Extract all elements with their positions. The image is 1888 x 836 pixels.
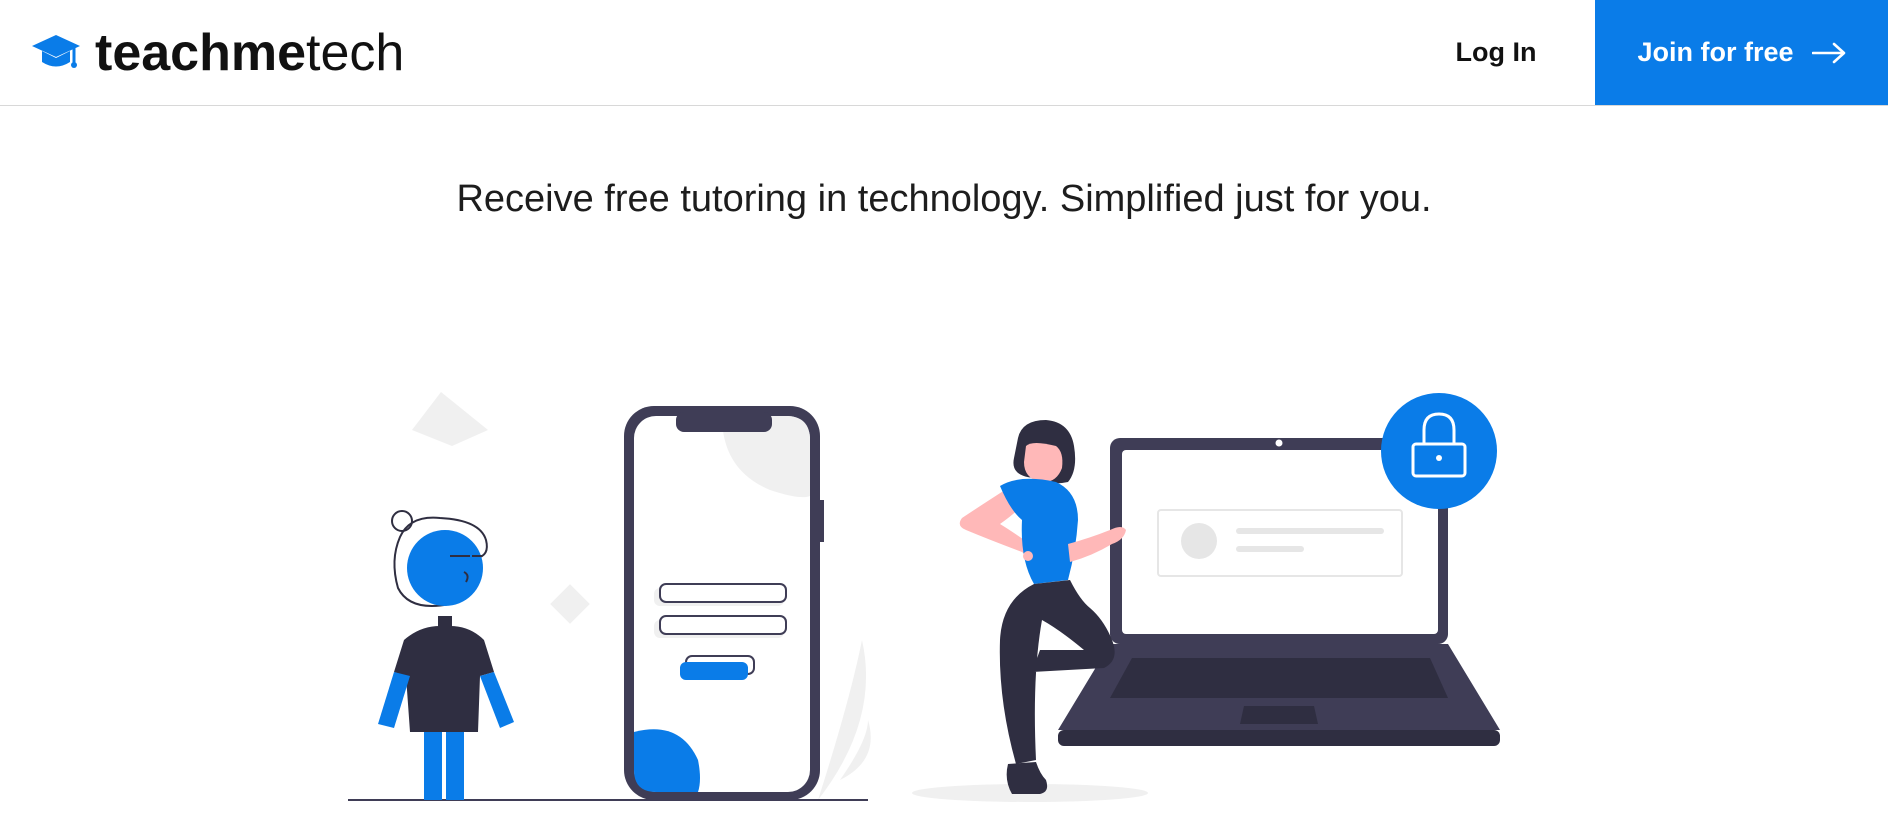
hero-illustration: [340, 385, 1520, 831]
logo-text-light: tech: [306, 24, 405, 82]
graduation-cap-icon: [31, 33, 81, 73]
join-button[interactable]: Join for free: [1595, 0, 1888, 105]
phone-illustration: [624, 406, 824, 800]
laptop-illustration: [1058, 393, 1500, 746]
join-button-label: Join for free: [1637, 37, 1794, 67]
site-header: teachmetech Log In Join for free: [0, 0, 1888, 106]
logo-text: teachmetech: [95, 27, 404, 79]
logo-text-bold: teachme: [95, 24, 306, 82]
logo[interactable]: teachmetech: [31, 22, 404, 84]
student-figure: [378, 510, 514, 800]
hero-tagline: Receive free tutoring in technology. Sim…: [456, 178, 1432, 220]
login-link[interactable]: Log In: [1436, 0, 1556, 105]
arrow-right-icon: [1811, 42, 1846, 64]
